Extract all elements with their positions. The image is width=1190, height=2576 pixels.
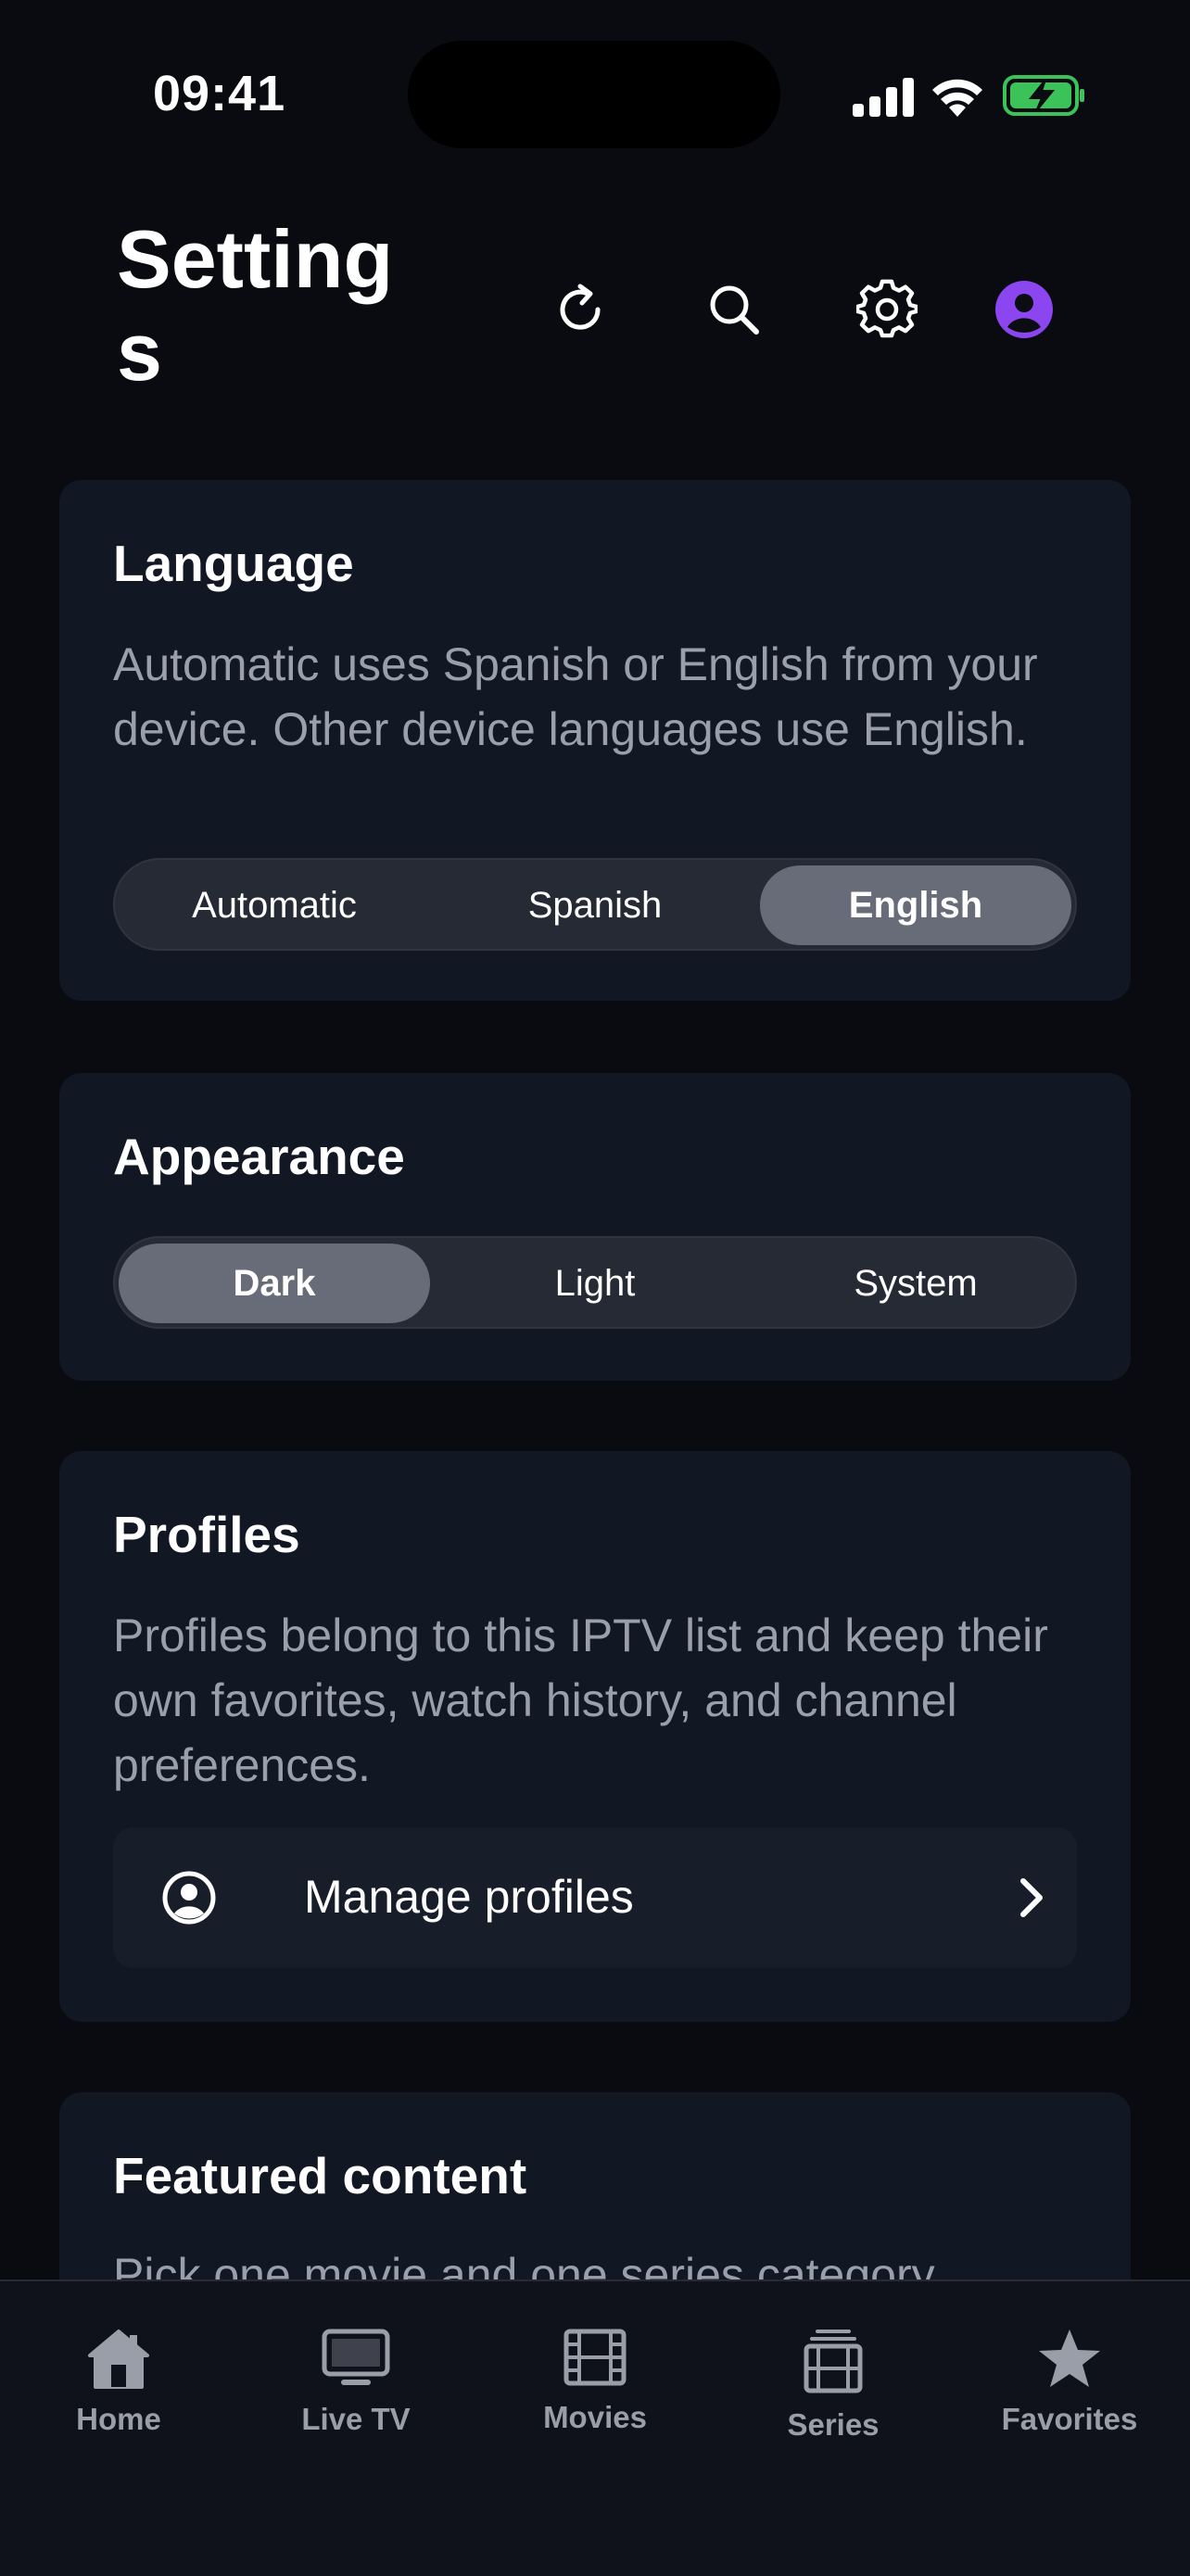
language-title: Language [113, 535, 354, 592]
tab-live-tv-label: Live TV [301, 2402, 411, 2436]
tab-movies[interactable]: Movies [502, 2328, 688, 2485]
featured-title: Featured content [113, 2147, 527, 2204]
star-icon [1039, 2330, 1100, 2387]
language-option-automatic[interactable]: Automatic [119, 865, 430, 945]
search-icon [710, 285, 759, 335]
refresh-button[interactable] [538, 268, 622, 351]
tab-series[interactable]: Series [741, 2328, 926, 2485]
gear-icon [856, 279, 918, 338]
user-circle-icon [162, 1871, 216, 1925]
cellular-signal-icon [853, 78, 914, 117]
appearance-option-system[interactable]: System [760, 1244, 1071, 1323]
appearance-segmented-control: Dark Light System [113, 1236, 1077, 1329]
tab-favorites-label: Favorites [1001, 2402, 1138, 2436]
tab-live-tv[interactable]: Live TV [263, 2328, 449, 2485]
tab-movies-label: Movies [543, 2400, 647, 2434]
dynamic-island [408, 41, 780, 148]
language-option-spanish[interactable]: Spanish [439, 865, 751, 945]
language-option-english[interactable]: English [760, 865, 1071, 945]
bottom-tab-bar: Home Live TV Movies Series Favorites [0, 2279, 1190, 2576]
tab-favorites[interactable]: Favorites [977, 2328, 1162, 2485]
settings-button[interactable] [845, 268, 929, 351]
tab-home[interactable]: Home [26, 2328, 211, 2485]
search-button[interactable] [692, 268, 776, 351]
film-icon [563, 2329, 627, 2386]
appearance-title: Appearance [113, 1128, 405, 1185]
manage-profiles-label: Manage profiles [304, 1871, 634, 1923]
series-icon [804, 2330, 863, 2393]
user-avatar-icon [995, 281, 1053, 338]
page-title: Settings [117, 213, 394, 398]
appearance-card: Appearance Dark Light System [59, 1073, 1131, 1381]
header: Settings [0, 204, 1190, 417]
tab-home-label: Home [76, 2402, 161, 2436]
appearance-option-light[interactable]: Light [439, 1244, 751, 1323]
status-bar: 09:41 [0, 0, 1190, 185]
language-segmented-control: Automatic Spanish English [113, 858, 1077, 951]
language-description: Automatic uses Spanish or English from y… [113, 638, 1038, 755]
chevron-right-icon [1020, 1878, 1043, 1917]
home-icon [88, 2330, 149, 2389]
profiles-title: Profiles [113, 1506, 300, 1563]
tab-series-label: Series [787, 2407, 880, 2442]
profiles-card: Profiles Profiles belong to this IPTV li… [59, 1451, 1131, 2022]
profiles-description: Profiles belong to this IPTV list and ke… [113, 1610, 1048, 1791]
wifi-icon [932, 79, 982, 117]
profile-avatar-button[interactable] [982, 268, 1066, 351]
battery-charging-icon [1003, 75, 1084, 116]
appearance-option-dark[interactable]: Dark [119, 1244, 430, 1323]
refresh-icon [560, 284, 601, 330]
tv-icon [322, 2329, 390, 2385]
language-card: Language Automatic uses Spanish or Engli… [59, 480, 1131, 1001]
status-time: 09:41 [153, 66, 286, 121]
manage-profiles-button[interactable]: Manage profiles [113, 1827, 1077, 1968]
